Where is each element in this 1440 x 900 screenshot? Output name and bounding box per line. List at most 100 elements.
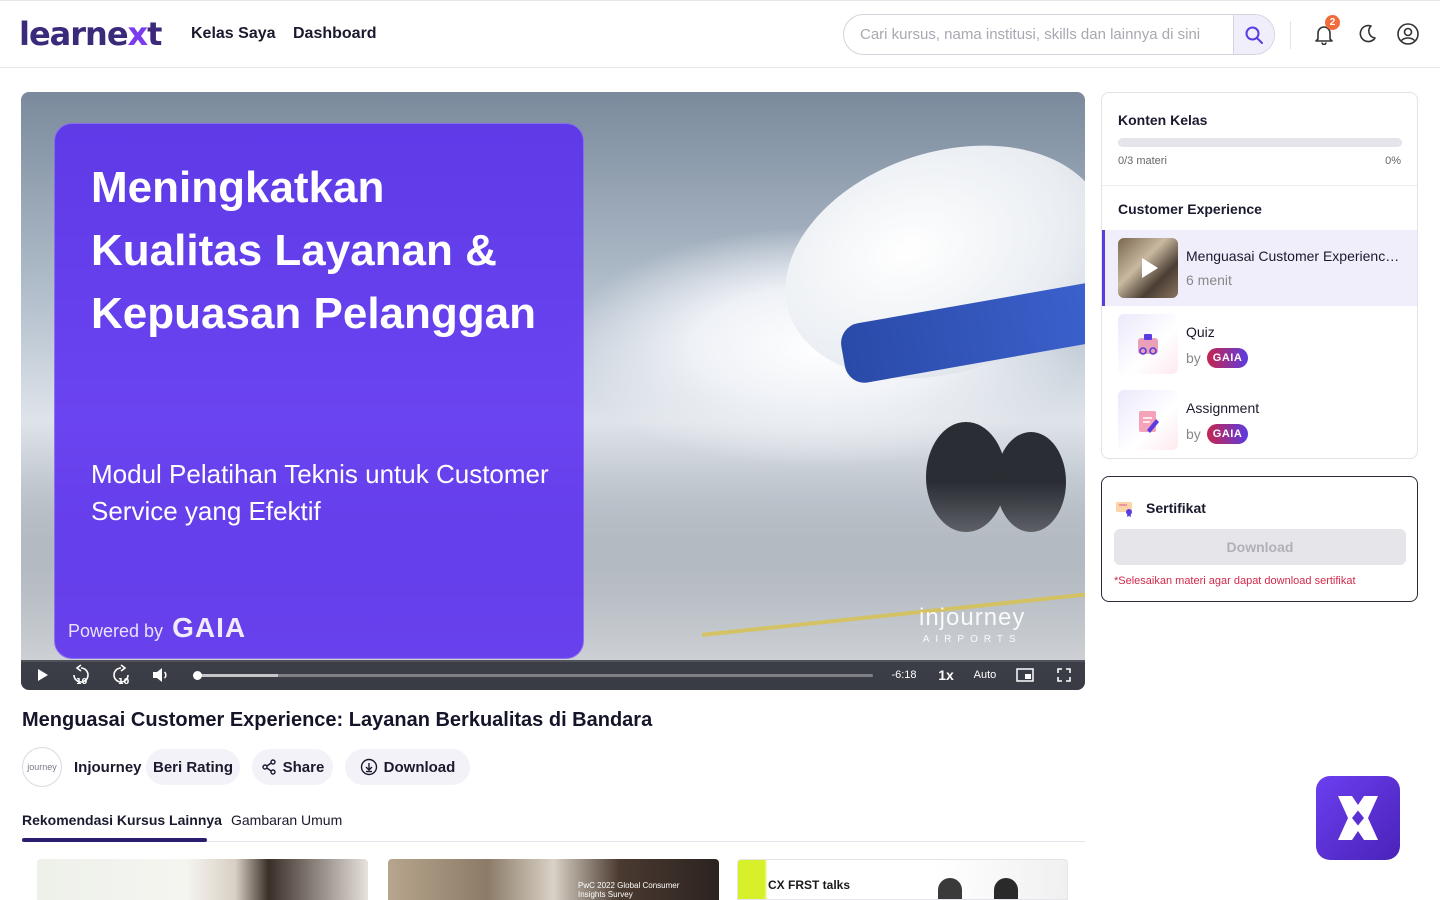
recommendation-caption: PwC 2022 Global Consumer Insights Survey bbox=[578, 881, 680, 899]
assistant-fab-button[interactable] bbox=[1316, 776, 1400, 860]
share-button-label: Share bbox=[282, 758, 325, 776]
logo-text-x: x bbox=[127, 15, 149, 53]
forward-10-button[interactable]: 10 bbox=[109, 664, 133, 686]
search-input[interactable] bbox=[844, 15, 1234, 54]
lesson-item-assignment[interactable]: Assignment by GAIA bbox=[1102, 382, 1417, 458]
search-bar bbox=[843, 14, 1275, 55]
gaia-logo: GAIA bbox=[172, 612, 247, 643]
provider-name[interactable]: Injourney bbox=[74, 759, 142, 776]
provider-avatar[interactable]: journey bbox=[22, 747, 62, 787]
video-overlay-title: Meningkatkan Kualitas Layanan & Kepuasan… bbox=[91, 163, 537, 338]
lesson-title: Quiz bbox=[1186, 324, 1215, 340]
video-overlay-subtitle: Modul Pelatihan Teknis untuk Customer Se… bbox=[91, 459, 549, 526]
logo-text-suffix: t bbox=[147, 15, 162, 53]
video-title-card: Meningkatkan Kualitas Layanan & Kepuasan… bbox=[54, 123, 584, 659]
video-player[interactable]: Meningkatkan Kualitas Layanan & Kepuasan… bbox=[21, 92, 1085, 690]
pip-icon bbox=[1016, 668, 1034, 682]
rewind-10-button[interactable]: 10 bbox=[69, 664, 93, 686]
dark-mode-toggle[interactable] bbox=[1354, 21, 1380, 47]
recommendation-card[interactable]: CX FRST talks bbox=[737, 859, 1068, 900]
download-button[interactable]: Download bbox=[345, 749, 470, 785]
rate-button-label: Beri Rating bbox=[152, 758, 233, 776]
nav-dashboard[interactable]: Dashboard bbox=[293, 25, 377, 43]
lesson-by-text: by bbox=[1186, 426, 1201, 442]
quiz-thumbnail bbox=[1118, 314, 1178, 374]
tab-recommendations[interactable]: Rekomendasi Kursus Lainnya bbox=[22, 812, 222, 828]
fullscreen-button[interactable] bbox=[1053, 665, 1075, 685]
lesson-title: Assignment bbox=[1186, 400, 1260, 416]
lesson-item-quiz[interactable]: Quiz by GAIA bbox=[1102, 306, 1417, 382]
certificate-panel: Sertifikat Download *Selesaikan materi a… bbox=[1101, 476, 1418, 602]
lesson-thumbnail bbox=[1118, 238, 1178, 298]
lesson-author: by GAIA bbox=[1186, 424, 1249, 444]
search-button[interactable] bbox=[1233, 15, 1274, 54]
lesson-title: Menguasai Customer Experience: Layanan B… bbox=[1186, 248, 1406, 264]
gaia-badge: GAIA bbox=[1206, 348, 1249, 368]
time-remaining: -6:18 bbox=[891, 669, 917, 681]
profile-button[interactable] bbox=[1395, 21, 1421, 47]
course-progress-bar bbox=[1118, 138, 1402, 147]
certificate-note: *Selesaikan materi agar dapat download s… bbox=[1114, 575, 1356, 587]
rewind-10-icon: 10 bbox=[73, 664, 89, 686]
gaia-badge: GAIA bbox=[1206, 424, 1249, 444]
video-buffer-bar bbox=[197, 674, 279, 677]
lesson-duration: 6 menit bbox=[1186, 272, 1232, 288]
recommendation-card[interactable] bbox=[37, 859, 368, 900]
lesson-by-text: by bbox=[1186, 350, 1201, 366]
moon-icon bbox=[1359, 24, 1376, 43]
header-divider bbox=[1290, 21, 1291, 49]
rate-button[interactable]: Beri Rating bbox=[146, 749, 240, 785]
svg-text:10: 10 bbox=[76, 677, 88, 686]
logo-text-prefix: learne bbox=[19, 15, 129, 53]
play-icon bbox=[38, 669, 48, 681]
nav-kelas-saya[interactable]: Kelas Saya bbox=[191, 25, 276, 43]
section-title: Customer Experience bbox=[1118, 201, 1262, 217]
speaker-photo bbox=[994, 878, 1018, 899]
video-progress-handle[interactable] bbox=[193, 671, 202, 680]
picture-in-picture-button[interactable] bbox=[1013, 665, 1037, 685]
download-button-label: Download bbox=[383, 758, 456, 776]
top-header: learnext Kelas Saya Dashboard 2 bbox=[0, 0, 1440, 68]
powered-by-text: Powered by bbox=[68, 621, 164, 641]
recommendation-caption: CX FRST talks bbox=[768, 878, 851, 892]
x-logo-icon bbox=[1338, 796, 1378, 840]
volume-icon bbox=[153, 668, 167, 682]
notification-button[interactable]: 2 bbox=[1311, 15, 1340, 47]
recommendation-card[interactable]: PwC 2022 Global Consumer Insights Survey bbox=[388, 859, 719, 900]
share-button[interactable]: Share bbox=[252, 749, 333, 785]
play-button[interactable] bbox=[33, 665, 53, 685]
fullscreen-icon bbox=[1057, 668, 1071, 682]
lesson-duration-text: 6 menit bbox=[1186, 272, 1232, 288]
course-content-panel: Konten Kelas 0/3 materi 0% Customer Expe… bbox=[1101, 92, 1418, 459]
injourney-airports-logo: injourney AIRPORTS bbox=[919, 604, 1025, 645]
assignment-thumbnail bbox=[1118, 390, 1178, 450]
certificate-download-button[interactable]: Download bbox=[1114, 529, 1406, 565]
video-progress-bar[interactable] bbox=[193, 671, 873, 680]
playback-speed-button[interactable]: 1x bbox=[931, 665, 961, 685]
assignment-icon bbox=[1139, 411, 1159, 433]
quiz-icon bbox=[1138, 334, 1158, 355]
share-icon bbox=[261, 759, 276, 775]
injourney-logo-text: injourney bbox=[919, 604, 1026, 631]
notification-count-badge: 2 bbox=[1325, 15, 1340, 30]
user-circle-icon bbox=[1397, 23, 1419, 45]
search-icon bbox=[1245, 26, 1263, 44]
active-tab-indicator bbox=[22, 838, 207, 842]
course-title: Menguasai Customer Experience: Layanan B… bbox=[22, 709, 653, 731]
volume-button[interactable] bbox=[149, 665, 173, 685]
panel-divider bbox=[1102, 185, 1417, 186]
lesson-item-video[interactable]: Menguasai Customer Experience: Layanan B… bbox=[1102, 230, 1417, 306]
powered-by-label: Powered by GAIA bbox=[68, 612, 246, 644]
learnext-logo[interactable]: learnext bbox=[19, 15, 162, 53]
play-icon bbox=[1142, 258, 1158, 278]
svg-text:10: 10 bbox=[118, 677, 130, 686]
lesson-author: by GAIA bbox=[1186, 348, 1249, 368]
forward-10-icon: 10 bbox=[113, 664, 130, 686]
airports-logo-text: AIRPORTS bbox=[922, 634, 1022, 645]
download-circle-icon bbox=[360, 758, 377, 776]
video-controls: 10 10 -6:18 1x Auto bbox=[21, 660, 1085, 690]
quality-button[interactable]: Auto bbox=[969, 665, 1001, 685]
tab-overview[interactable]: Gambaran Umum bbox=[231, 812, 342, 828]
progress-percent: 0% bbox=[1385, 155, 1401, 167]
provider-avatar-text: journey bbox=[27, 762, 57, 772]
